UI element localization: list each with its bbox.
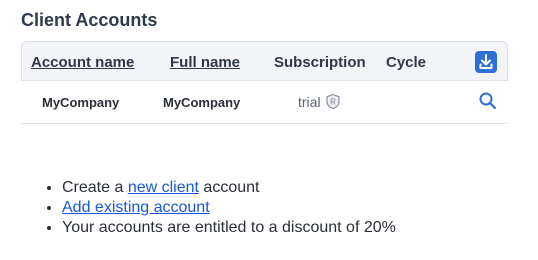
page-title: Client Accounts [21, 10, 158, 30]
table-header: Account name Full name Subscription Cycl… [21, 41, 508, 81]
cell-full-name: MyCompany [163, 95, 241, 110]
subscription-badge-letter: R [330, 98, 336, 107]
list-item: Create a new client account [62, 178, 396, 198]
shield-icon: R [325, 93, 340, 110]
column-header-full-name[interactable]: Full name [170, 54, 240, 71]
column-header-cycle: Cycle [386, 54, 427, 71]
cell-account-name: MyCompany [42, 95, 120, 110]
download-button[interactable] [475, 51, 497, 73]
download-icon [479, 54, 493, 69]
subscription-label: trial [298, 93, 321, 110]
list-item: Your accounts are entitled to a discount… [62, 218, 396, 238]
note-text: Create a [62, 179, 128, 196]
column-header-account-name[interactable]: Account name [31, 54, 134, 71]
new-client-link[interactable]: new client [128, 179, 199, 196]
table-row: MyCompany MyCompany trial R [21, 81, 508, 124]
note-text: account [198, 179, 260, 196]
client-accounts-table: Account name Full name Subscription Cycl… [21, 41, 508, 124]
discount-note: Your accounts are entitled to a discount… [62, 219, 396, 236]
add-existing-account-link[interactable]: Add existing account [62, 199, 210, 216]
account-notes-list: Create a new client account Add existing… [42, 178, 396, 238]
column-header-subscription: Subscription [274, 54, 366, 71]
cell-subscription: trial R [298, 93, 341, 110]
view-account-button[interactable] [478, 91, 498, 111]
list-item: Add existing account [62, 198, 396, 218]
search-icon [479, 92, 497, 110]
